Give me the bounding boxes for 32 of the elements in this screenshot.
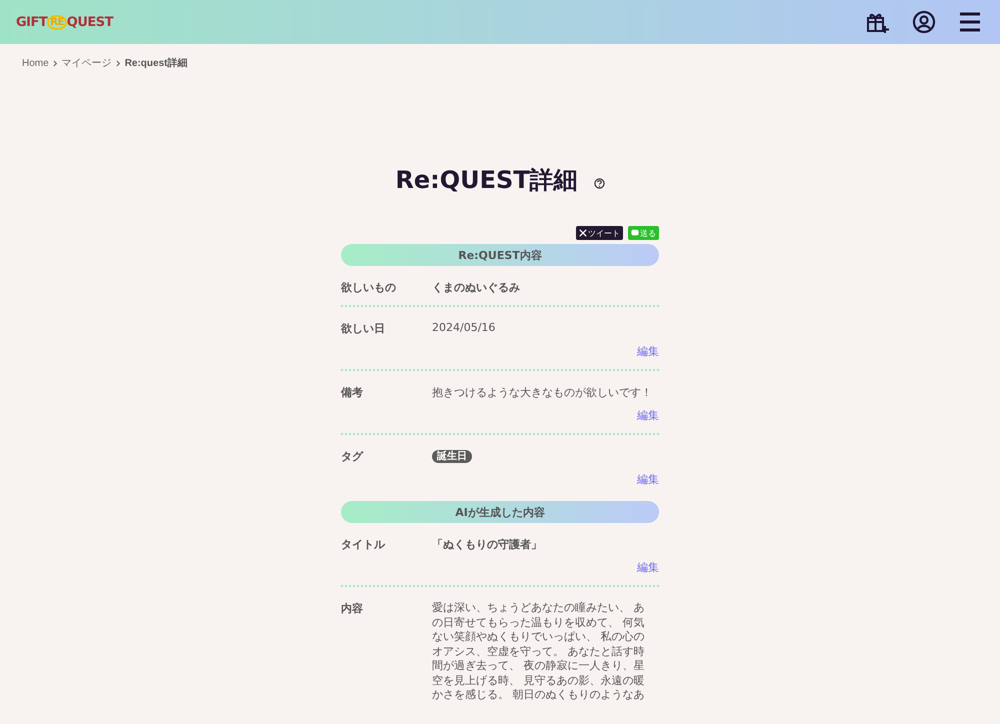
tag-chip: 誕生日 [432,450,472,463]
edit-link[interactable]: 編集 [637,344,659,359]
field-value: くまのぬいぐるみ [432,280,520,295]
x-logo-icon [579,229,587,237]
menu-icon[interactable] [958,10,982,34]
edit-link[interactable]: 編集 [637,472,659,487]
line-share-button[interactable]: 送る [628,226,659,240]
edit-link[interactable]: 編集 [637,560,659,575]
field-label: 内容 [341,601,364,616]
breadcrumb-link[interactable]: Home [22,58,49,68]
help-icon[interactable] [594,178,605,188]
field-label: タグ [341,449,364,464]
section-header: AIが生成した内容 [341,501,659,523]
account-icon[interactable] [912,10,936,34]
field-label: タイトル [341,537,386,552]
chevron-icon [52,60,58,66]
section-header: Re:QUEST内容 [341,244,659,266]
field-label: 欲しいもの [341,280,397,295]
generated-text: 愛は深い、ちょうどあなたの瞳みたい、 あ の日寄せてもらった温もりを収めて、 何気 ない笑顔やぬくもりでいっぱい、 私の心の オアシス、空虚を守って。 あなたと話す時 間が過ぎ去って、 夜の静寂に一人きり、星 空を見上げる時、 見守るあの影、永遠の暖 かさを感じる。 朝日のぬくもりのようなあ [432,601,644,702]
breadcrumb-link[interactable]: マイページ [62,56,112,70]
chat-bubble-icon [631,229,639,237]
edit-link[interactable]: 編集 [637,408,659,423]
tweet-button[interactable]: ツイート [576,226,623,240]
field-value: 2024/05/16 [432,321,496,334]
field-label: 備考 [341,385,364,400]
page-title: Re:QUEST詳細 [395,165,578,196]
field-value: 抱きつけるような大きなものが欲しいです！ [432,385,652,400]
field-value: 「ぬくもりの守護者」 [432,537,542,552]
field-label: 欲しい日 [341,321,386,336]
logo[interactable]: GIFT RE QUEST [16,14,114,30]
breadcrumb-link[interactable]: Re:quest詳細 [124,56,188,70]
chevron-icon [116,60,121,66]
